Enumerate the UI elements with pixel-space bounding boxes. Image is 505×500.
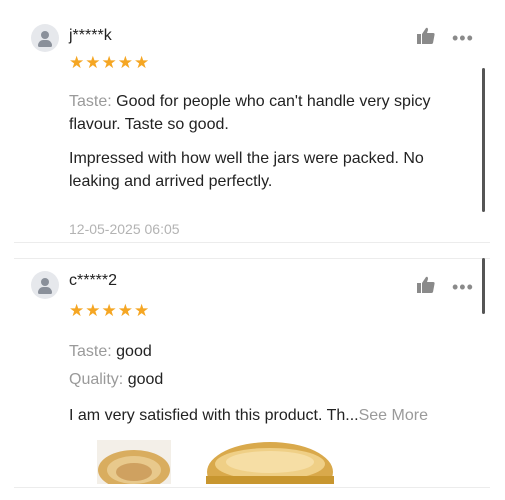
user-avatar-icon bbox=[31, 24, 59, 52]
star-rating: ★★★★★ bbox=[69, 53, 151, 72]
taste-attribute: Taste: good bbox=[69, 340, 474, 363]
more-dots-icon[interactable]: ••• bbox=[452, 278, 474, 296]
scrollbar[interactable] bbox=[482, 258, 485, 314]
taste-value: good bbox=[116, 343, 152, 360]
star-rating: ★★★★★ bbox=[69, 301, 151, 320]
see-more-link[interactable]: See More bbox=[359, 407, 428, 424]
taste-label: Taste: bbox=[69, 343, 112, 360]
quality-value: good bbox=[127, 371, 164, 388]
thumbs-up-icon[interactable] bbox=[416, 27, 436, 45]
quality-label: Quality: bbox=[69, 371, 124, 388]
divider bbox=[14, 258, 490, 259]
scrollbar[interactable] bbox=[482, 68, 485, 212]
quality-attribute: Quality: good bbox=[69, 368, 474, 391]
review-photo[interactable] bbox=[206, 440, 334, 484]
thumbs-up-icon[interactable] bbox=[416, 276, 436, 294]
user-avatar-icon bbox=[31, 271, 59, 299]
username: c*****2 bbox=[69, 272, 118, 289]
username: j*****k bbox=[69, 27, 112, 44]
taste-attribute: Taste: Good for people who can't handle … bbox=[69, 90, 474, 136]
taste-value: Good for people who can't handle very sp… bbox=[69, 93, 431, 133]
review-comment: I am very satisfied with this product. T… bbox=[69, 404, 474, 427]
taste-label: Taste: bbox=[69, 93, 112, 110]
review-comment-text: I am very satisfied with this product. T… bbox=[69, 407, 359, 424]
review-comment: Impressed with how well the jars were pa… bbox=[69, 150, 424, 190]
review-date: 12-05-2025 06:05 bbox=[69, 221, 180, 237]
review-photo[interactable] bbox=[97, 440, 171, 484]
bottom-divider bbox=[14, 487, 490, 488]
divider bbox=[14, 242, 490, 243]
more-dots-icon[interactable]: ••• bbox=[452, 29, 474, 47]
